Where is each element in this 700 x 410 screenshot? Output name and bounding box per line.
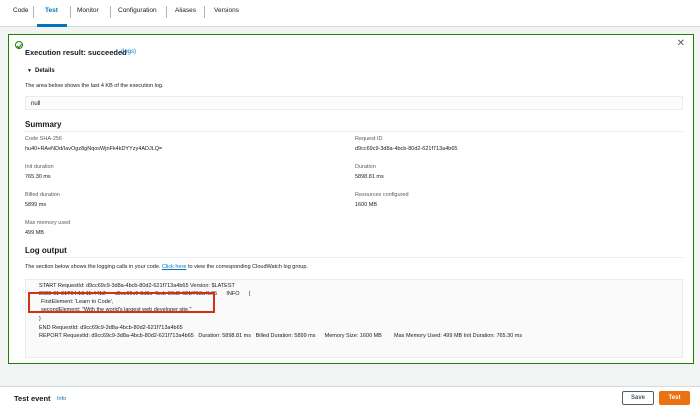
duration-value: 5898.81 ms bbox=[355, 174, 384, 180]
resources-value: 1600 MB bbox=[355, 202, 378, 208]
log-line: REPORT RequestId: d9cc69c9-3d8a-4bcb-80d… bbox=[39, 333, 523, 339]
execution-result-title: Execution result: succeeded bbox=[25, 48, 127, 57]
log-line: END RequestId: d9cc69c9-3d8a-4bcb-80d2-6… bbox=[39, 325, 183, 331]
info-link[interactable]: Info bbox=[57, 396, 66, 402]
save-button[interactable]: Save bbox=[622, 391, 654, 405]
caret-down-icon[interactable]: ▼ bbox=[27, 68, 32, 74]
max-memory-label: Max memory used bbox=[25, 220, 71, 226]
test-event-bar: Test event Info Save Test bbox=[0, 386, 700, 410]
tab-divider bbox=[204, 6, 205, 18]
code-sha-label: Code SHA-256 bbox=[25, 136, 62, 142]
billed-duration-value: 5899 ms bbox=[25, 202, 47, 208]
tab-divider bbox=[70, 6, 71, 18]
summary-title: Summary bbox=[25, 120, 62, 129]
log-output-description: The section below shows the logging call… bbox=[25, 264, 308, 270]
execution-output: null bbox=[25, 96, 683, 110]
close-icon[interactable]: ✕ bbox=[677, 38, 685, 49]
log-output-desc-text: The section below shows the logging call… bbox=[25, 264, 161, 270]
tab-divider bbox=[33, 6, 34, 18]
cloudwatch-link[interactable]: Click here bbox=[162, 264, 186, 270]
billed-duration-label: Billed duration bbox=[25, 192, 60, 198]
tab-configuration[interactable]: Configuration bbox=[118, 7, 157, 14]
tab-aliases[interactable]: Aliases bbox=[175, 7, 196, 14]
init-duration-label: Init duration bbox=[25, 164, 54, 170]
tab-code[interactable]: Code bbox=[13, 7, 29, 14]
log-output-title: Log output bbox=[25, 246, 67, 255]
duration-label: Duration bbox=[355, 164, 376, 170]
tab-bar: Code Test Monitor Configuration Aliases … bbox=[0, 0, 700, 27]
success-check-icon bbox=[15, 41, 23, 49]
test-event-title: Test event bbox=[14, 394, 51, 403]
tab-test[interactable]: Test bbox=[45, 7, 58, 14]
tab-versions[interactable]: Versions bbox=[214, 7, 239, 14]
log-output-divider bbox=[25, 257, 683, 258]
logs-link[interactable]: (logs) bbox=[121, 49, 136, 55]
highlight-annotation-box bbox=[28, 292, 215, 313]
log-line: } bbox=[39, 316, 41, 322]
resources-label: Resources configured bbox=[355, 192, 409, 198]
summary-divider bbox=[25, 131, 683, 132]
execution-result-panel: ✕ Execution result: succeeded (logs) ▼ D… bbox=[8, 34, 694, 364]
code-sha-value: hu40+RAeNDd/IavOgz8gNqosWjnFk4kDYYzy4ADJ… bbox=[25, 146, 163, 152]
request-id-label: Request ID bbox=[355, 136, 383, 142]
tab-divider bbox=[110, 6, 111, 18]
details-toggle[interactable]: Details bbox=[35, 68, 55, 74]
request-id-value: d9cc69c9-3d8a-4bcb-80d2-621f713a4b65 bbox=[355, 146, 458, 152]
active-tab-indicator bbox=[37, 24, 67, 27]
tab-divider bbox=[166, 6, 167, 18]
log-output-box: START RequestId: d9cc69c9-3d8a-4bcb-80d2… bbox=[25, 279, 683, 358]
log-output-desc-text: to view the corresponding CloudWatch log… bbox=[187, 264, 308, 270]
test-button[interactable]: Test bbox=[659, 391, 690, 405]
log-line: START RequestId: d9cc69c9-3d8a-4bcb-80d2… bbox=[39, 283, 235, 289]
init-duration-value: 765.30 ms bbox=[25, 174, 51, 180]
tab-monitor[interactable]: Monitor bbox=[77, 7, 99, 14]
log-info-text: The area below shows the last 4 KB of th… bbox=[25, 83, 164, 89]
max-memory-value: 499 MB bbox=[25, 230, 44, 236]
